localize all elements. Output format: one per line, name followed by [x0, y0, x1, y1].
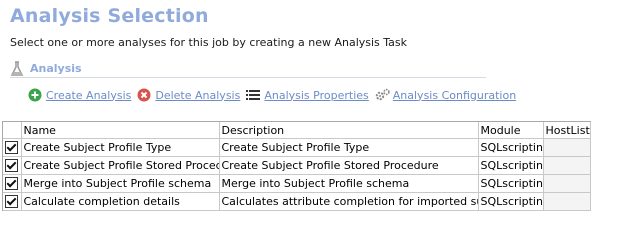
row-name: Calculate completion details: [21, 192, 220, 211]
row-name: Create Subject Profile Stored Procedure: [21, 156, 220, 175]
list-icon: [246, 88, 261, 102]
table-row[interactable]: Create Subject Profile Stored Procedure …: [3, 156, 591, 175]
create-analysis-label: Create Analysis: [46, 88, 132, 102]
page-subtitle: Select one or more analyses for this job…: [10, 36, 408, 49]
add-icon: [28, 88, 42, 102]
gears-icon: [375, 88, 390, 102]
row-name: Merge into Subject Profile schema: [21, 174, 220, 193]
table-row[interactable]: Create Subject Profile Type Create Subje…: [3, 138, 591, 157]
analysis-configuration-button[interactable]: Analysis Configuration: [375, 88, 516, 102]
row-checkbox-cell: [3, 156, 22, 175]
row-checkbox[interactable]: [5, 159, 19, 173]
row-hostlists[interactable]: [543, 156, 591, 175]
row-checkbox-cell: [3, 174, 22, 193]
row-module: SQLscripting: [478, 138, 544, 157]
row-module: SQLscripting: [478, 156, 544, 175]
section-label: Analysis: [30, 61, 82, 75]
analysis-section-header: Analysis: [10, 58, 82, 78]
row-description: Create Subject Profile Stored Procedure: [219, 156, 479, 175]
analysis-toolbar: Create Analysis Delete Analysis Analysis…: [28, 86, 522, 104]
row-module: SQLscripting: [478, 174, 544, 193]
column-header-description[interactable]: Description: [219, 122, 479, 139]
delete-analysis-button[interactable]: Delete Analysis: [137, 88, 240, 102]
analysis-properties-button[interactable]: Analysis Properties: [246, 88, 369, 102]
column-header-name[interactable]: Name: [21, 122, 220, 139]
row-hostlists[interactable]: [543, 138, 591, 157]
delete-icon: [137, 88, 151, 102]
row-description: Calculates attribute completion for impo…: [219, 192, 479, 211]
row-checkbox[interactable]: [5, 141, 19, 155]
analysis-configuration-label: Analysis Configuration: [392, 88, 517, 102]
row-module: SQLscripting: [478, 192, 544, 211]
row-hostlists[interactable]: [543, 192, 591, 211]
section-divider: [10, 77, 486, 78]
row-description: Create Subject Profile Type: [219, 138, 479, 157]
delete-analysis-label: Delete Analysis: [155, 88, 241, 102]
column-header-module[interactable]: Module: [478, 122, 544, 139]
row-description: Merge into Subject Profile schema: [219, 174, 479, 193]
flask-icon: [10, 61, 24, 76]
grid-header-row: Name Description Module HostLists: [3, 122, 591, 139]
row-checkbox-cell: [3, 138, 22, 157]
analysis-grid: Name Description Module HostLists Create…: [2, 121, 591, 211]
analysis-properties-label: Analysis Properties: [264, 88, 369, 102]
row-hostlists[interactable]: [543, 174, 591, 193]
page-title: Analysis Selection: [10, 5, 209, 27]
column-header-select[interactable]: [3, 122, 22, 139]
column-header-hostlists[interactable]: HostLists: [543, 122, 591, 139]
row-checkbox-cell: [3, 192, 22, 211]
row-checkbox[interactable]: [5, 195, 19, 209]
create-analysis-button[interactable]: Create Analysis: [28, 88, 131, 102]
table-row[interactable]: Merge into Subject Profile schema Merge …: [3, 174, 591, 193]
row-checkbox[interactable]: [5, 177, 19, 191]
row-name: Create Subject Profile Type: [21, 138, 220, 157]
table-row[interactable]: Calculate completion details Calculates …: [3, 192, 591, 211]
